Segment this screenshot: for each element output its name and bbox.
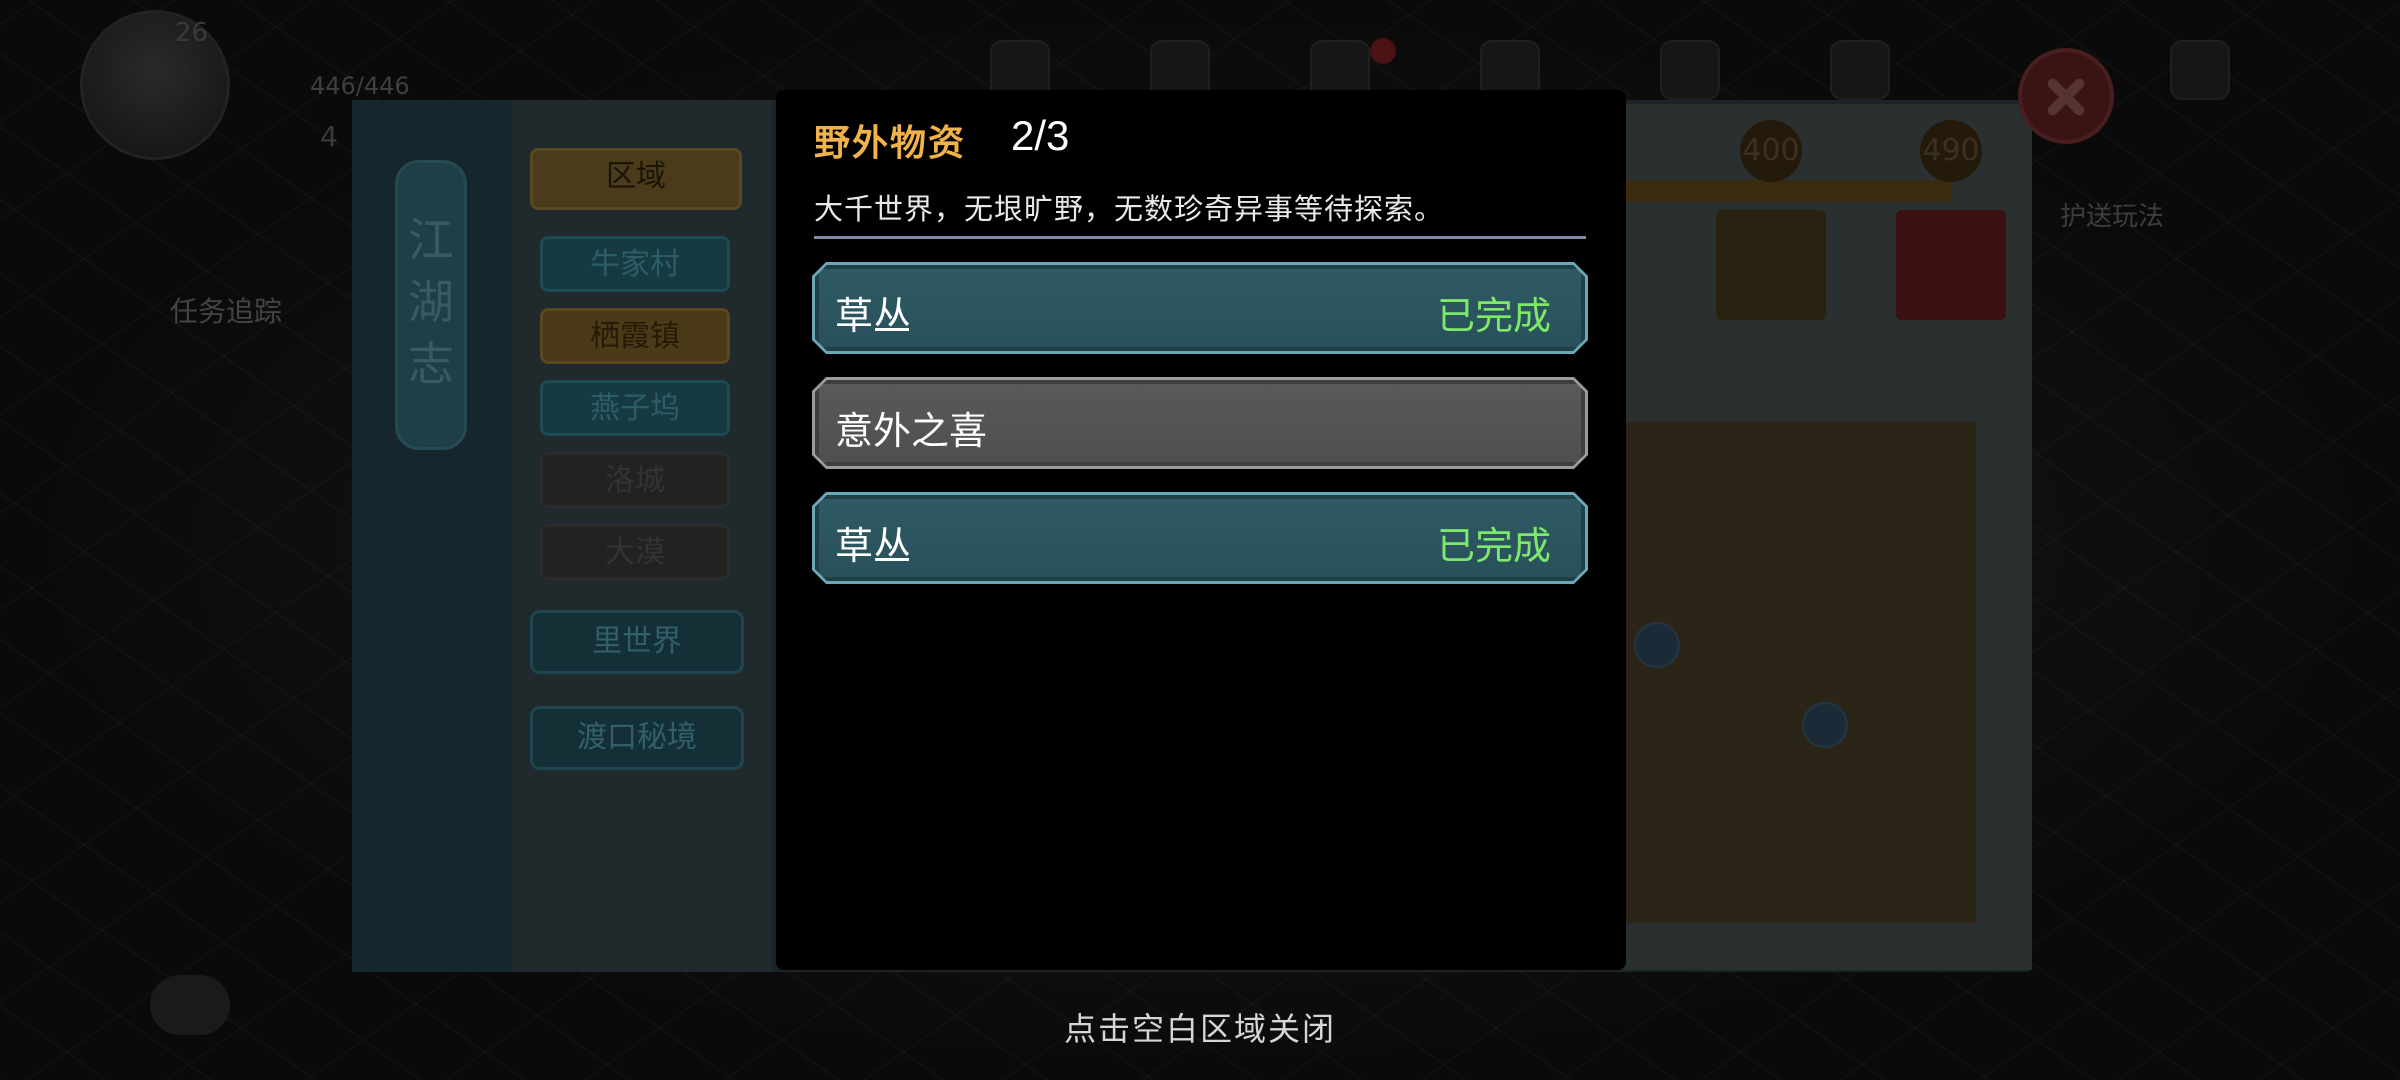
collection-icon[interactable] <box>2170 40 2230 100</box>
milestone-400: 400 <box>1740 120 1802 182</box>
region-niujiacun[interactable]: 牛家村 <box>540 236 730 292</box>
close-icon[interactable] <box>2018 48 2114 144</box>
quest-tracker[interactable]: 任务追踪 <box>90 295 350 345</box>
task-name: 草丛 <box>835 524 912 568</box>
region-damo[interactable]: 大漠 <box>540 524 730 580</box>
map-npc-icon[interactable] <box>1802 702 1848 748</box>
tap-to-close-hint[interactable]: 点击空白区域关闭 <box>0 1004 2400 1050</box>
popup-divider <box>814 236 1586 239</box>
task-item-3[interactable]: 草丛 已完成 <box>812 492 1588 584</box>
milestone-490: 490 <box>1920 120 1982 182</box>
notification-dot <box>1370 38 1396 64</box>
wild-supplies-popup: 野外物资 2/3 大千世界，无垠旷野，无数珍奇异事等待探索。 草丛 已完成 意外… <box>776 90 1626 970</box>
reward-progress-bar <box>1622 180 1952 202</box>
region-map[interactable] <box>1622 420 1978 925</box>
secret-realm-button[interactable]: 渡口秘境 <box>530 706 744 770</box>
book-title: 江湖志 <box>395 160 467 450</box>
popup-title: 野外物资 <box>814 122 967 164</box>
popup-progress-count: 2/3 <box>1011 112 1070 159</box>
task-status: 已完成 <box>1436 294 1551 338</box>
escort-play-label[interactable]: 护送玩法 <box>2060 196 2164 233</box>
player-hp: 446/446 <box>310 72 410 100</box>
medal-icon[interactable] <box>1896 210 2006 320</box>
region-qixiazhen[interactable]: 栖霞镇 <box>540 308 730 364</box>
inner-world-button[interactable]: 里世界 <box>530 610 744 674</box>
mail-icon[interactable] <box>1830 40 1890 100</box>
player-level: 26 <box>175 18 209 48</box>
map-npc-icon[interactable] <box>1634 622 1680 668</box>
task-item-2[interactable]: 意外之喜 <box>812 377 1588 469</box>
task-name: 意外之喜 <box>835 409 988 453</box>
checkmark-icon[interactable] <box>1716 210 1826 320</box>
task-status: 已完成 <box>1436 524 1551 568</box>
player-stat: 4 <box>320 120 338 153</box>
region-header-button[interactable]: 区域 <box>530 148 742 210</box>
task-item-1[interactable]: 草丛 已完成 <box>812 262 1588 354</box>
quest-tracker-title: 任务追踪 <box>170 295 283 328</box>
region-yanziwu[interactable]: 燕子坞 <box>540 380 730 436</box>
popup-description: 大千世界，无垠旷野，无数珍奇异事等待探索。 <box>814 192 1445 226</box>
task-name: 草丛 <box>835 294 912 338</box>
region-luocheng[interactable]: 洛城 <box>540 452 730 508</box>
sword-icon[interactable] <box>1660 40 1720 100</box>
